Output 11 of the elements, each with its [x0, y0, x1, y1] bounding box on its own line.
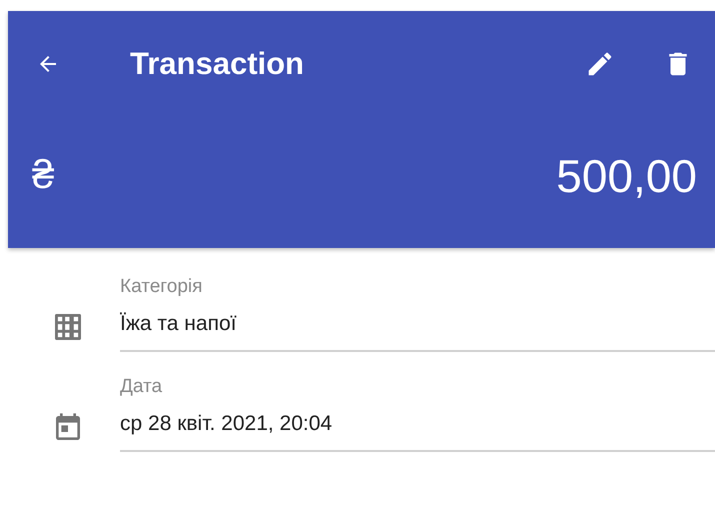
- calendar-icon: [56, 412, 80, 440]
- field-value: ср 28 квіт. 2021, 20:04: [120, 412, 334, 436]
- field-label: Дата: [120, 376, 164, 398]
- grid-icon: [55, 314, 81, 340]
- screen-title: Transaction: [130, 46, 304, 82]
- form-field[interactable]: Категорія Їжа та напої: [120, 276, 715, 352]
- form-field[interactable]: Дата ср 28 квіт. 2021, 20:04: [120, 376, 715, 452]
- currency-symbol: ₴: [32, 153, 54, 198]
- field-value: Їжа та напої: [120, 312, 238, 336]
- field-label: Категорія: [120, 276, 204, 298]
- amount-value: 500,00: [556, 148, 697, 202]
